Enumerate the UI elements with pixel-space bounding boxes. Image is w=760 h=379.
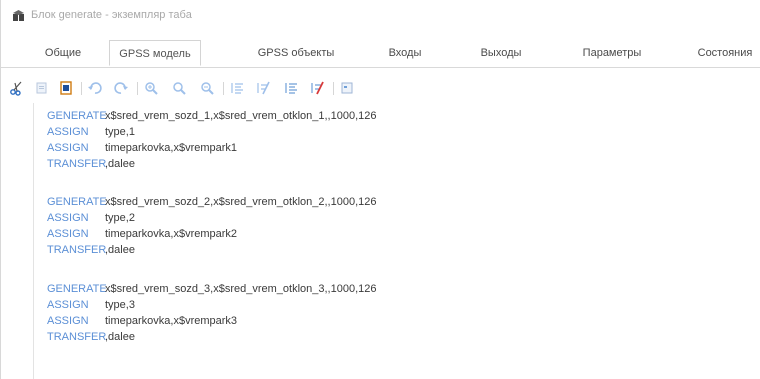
cut-icon[interactable]: [9, 80, 25, 96]
tab-parameters[interactable]: Параметры: [575, 40, 649, 66]
block-editor-window: Блок generate - экземпляр табa Общие GPS…: [0, 0, 760, 379]
code-keyword: ASSIGN: [47, 315, 89, 327]
app-icon: [13, 10, 24, 21]
clear-outdent-icon[interactable]: [255, 80, 271, 96]
code-keyword: GENERATE: [47, 196, 107, 208]
code-args: x$sred_vrem_sozd_2,x$sred_vrem_otklon_2,…: [105, 196, 377, 208]
code-line: ASSIGN type,2: [47, 210, 135, 226]
code-line: GENERATEx$sred_vrem_sozd_3,x$sred_vrem_o…: [47, 281, 377, 297]
code-args: ,dalee: [105, 244, 135, 256]
code-keyword: ASSIGN: [47, 126, 89, 138]
window-title: Блок generate - экземпляр табa: [31, 9, 192, 21]
code-line: TRANSFER,dalee: [47, 242, 135, 258]
copy-icon[interactable]: [34, 80, 50, 96]
toolbar-separator: [333, 82, 334, 95]
code-args: type,2: [105, 212, 135, 224]
code-args: timeparkovka,x$vrempark3: [105, 315, 238, 327]
code-args: timeparkovka,x$vrempark2: [105, 228, 238, 240]
code-args: x$sred_vrem_sozd_1,x$sred_vrem_otklon_1,…: [105, 110, 377, 122]
code-line: ASSIGN timeparkovka,x$vrempark1: [47, 140, 237, 156]
tab-outputs[interactable]: Выходы: [471, 40, 531, 66]
zoom-in-icon[interactable]: [143, 80, 159, 96]
code-args: ,dalee: [105, 158, 135, 170]
code-args: type,3: [105, 299, 135, 311]
code-args: x$sred_vrem_sozd_3,x$sred_vrem_otklon_3,…: [105, 283, 377, 295]
paste-icon[interactable]: [58, 80, 74, 96]
clear-indent-icon[interactable]: [309, 80, 325, 96]
toolbar-separator: [81, 82, 82, 95]
toolbar-separator: [223, 82, 224, 95]
code-args: ,dalee: [105, 331, 135, 343]
code-keyword: TRANSFER: [47, 158, 107, 170]
code-args: type,1: [105, 126, 135, 138]
tab-general[interactable]: Общие: [37, 40, 89, 66]
code-args: timeparkovka,x$vrempark1: [105, 142, 238, 154]
block-icon[interactable]: [339, 80, 355, 96]
code-keyword: TRANSFER: [47, 331, 107, 343]
code-keyword: TRANSFER: [47, 244, 107, 256]
editor-toolbar: [1, 78, 760, 100]
undo-icon[interactable]: [87, 80, 103, 96]
tab-gpss-model[interactable]: GPSS модель: [109, 40, 201, 66]
zoom-icon[interactable]: [171, 80, 187, 96]
code-keyword: GENERATE: [47, 283, 107, 295]
tab-bar: Общие GPSS модель GPSS объекты Входы Вых…: [1, 40, 760, 68]
code-line: ASSIGN type,1: [47, 124, 135, 140]
code-line: ASSIGN timeparkovka,x$vrempark2: [47, 226, 237, 242]
code-line: TRANSFER,dalee: [47, 156, 135, 172]
code-keyword: ASSIGN: [47, 142, 89, 154]
tab-states[interactable]: Состояния: [691, 40, 759, 66]
title-bar: Блок generate - экземпляр табa: [1, 0, 760, 30]
gpss-code-editor[interactable]: GENERATEx$sred_vrem_sozd_1,x$sred_vrem_o…: [1, 103, 760, 379]
code-line: TRANSFER,dalee: [47, 329, 135, 345]
redo-icon[interactable]: [113, 80, 129, 96]
code-line: GENERATEx$sred_vrem_sozd_1,x$sred_vrem_o…: [47, 108, 377, 124]
tab-gpss-objects[interactable]: GPSS объекты: [251, 40, 341, 66]
code-line: ASSIGN timeparkovka,x$vrempark3: [47, 313, 237, 329]
indent-icon[interactable]: [283, 80, 299, 96]
code-line: GENERATEx$sred_vrem_sozd_2,x$sred_vrem_o…: [47, 194, 377, 210]
tab-inputs[interactable]: Входы: [381, 40, 429, 66]
code-line: ASSIGN type,3: [47, 297, 135, 313]
code-keyword: ASSIGN: [47, 212, 89, 224]
code-keyword: ASSIGN: [47, 228, 89, 240]
code-keyword: GENERATE: [47, 110, 107, 122]
zoom-out-icon[interactable]: [199, 80, 215, 96]
code-keyword: ASSIGN: [47, 299, 89, 311]
toolbar-separator: [137, 82, 138, 95]
outdent-icon[interactable]: [229, 80, 245, 96]
